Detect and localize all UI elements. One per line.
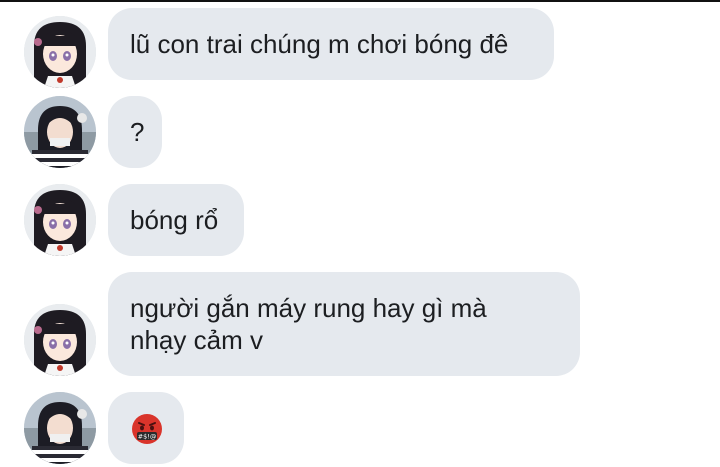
avatar-kanao[interactable] <box>24 16 96 88</box>
message-text: bóng rổ <box>130 205 219 235</box>
message-text: ? <box>130 117 145 147</box>
message-row: lũ con trai chúng m chơi bóng đê <box>0 8 720 88</box>
message-bubble[interactable]: người gắn máy rung hay gì mà nhạy cảm v <box>108 272 580 376</box>
message-bubble[interactable]: ? <box>108 96 162 168</box>
message-row: ? <box>0 96 720 168</box>
svg-text:#$!@: #$!@ <box>138 433 157 441</box>
obanai-avatar-icon <box>24 392 96 464</box>
kanao-avatar-icon <box>24 16 96 88</box>
message-bubble[interactable]: #$!@ <box>108 392 184 464</box>
message-text-line: nhạy cảm v <box>130 325 263 355</box>
message-row: người gắn máy rung hay gì mà nhạy cảm v <box>0 272 720 376</box>
top-divider <box>0 0 720 2</box>
message-row: #$!@ <box>0 392 720 464</box>
face-with-symbols-on-mouth-icon: #$!@ <box>132 414 162 445</box>
message-row: bóng rổ <box>0 184 720 256</box>
avatar-obanai[interactable] <box>24 392 96 464</box>
message-bubble[interactable]: lũ con trai chúng m chơi bóng đê <box>108 8 554 80</box>
avatar-kanao[interactable] <box>24 184 96 256</box>
kanao-avatar-icon <box>24 304 96 376</box>
message-text-line: người gắn máy rung hay gì mà <box>130 293 487 323</box>
kanao-avatar-icon <box>24 184 96 256</box>
message-bubble[interactable]: bóng rổ <box>108 184 244 256</box>
avatar-kanao[interactable] <box>24 304 96 376</box>
avatar-obanai[interactable] <box>24 96 96 168</box>
obanai-avatar-icon <box>24 96 96 168</box>
message-text: lũ con trai chúng m chơi bóng đê <box>130 29 509 59</box>
